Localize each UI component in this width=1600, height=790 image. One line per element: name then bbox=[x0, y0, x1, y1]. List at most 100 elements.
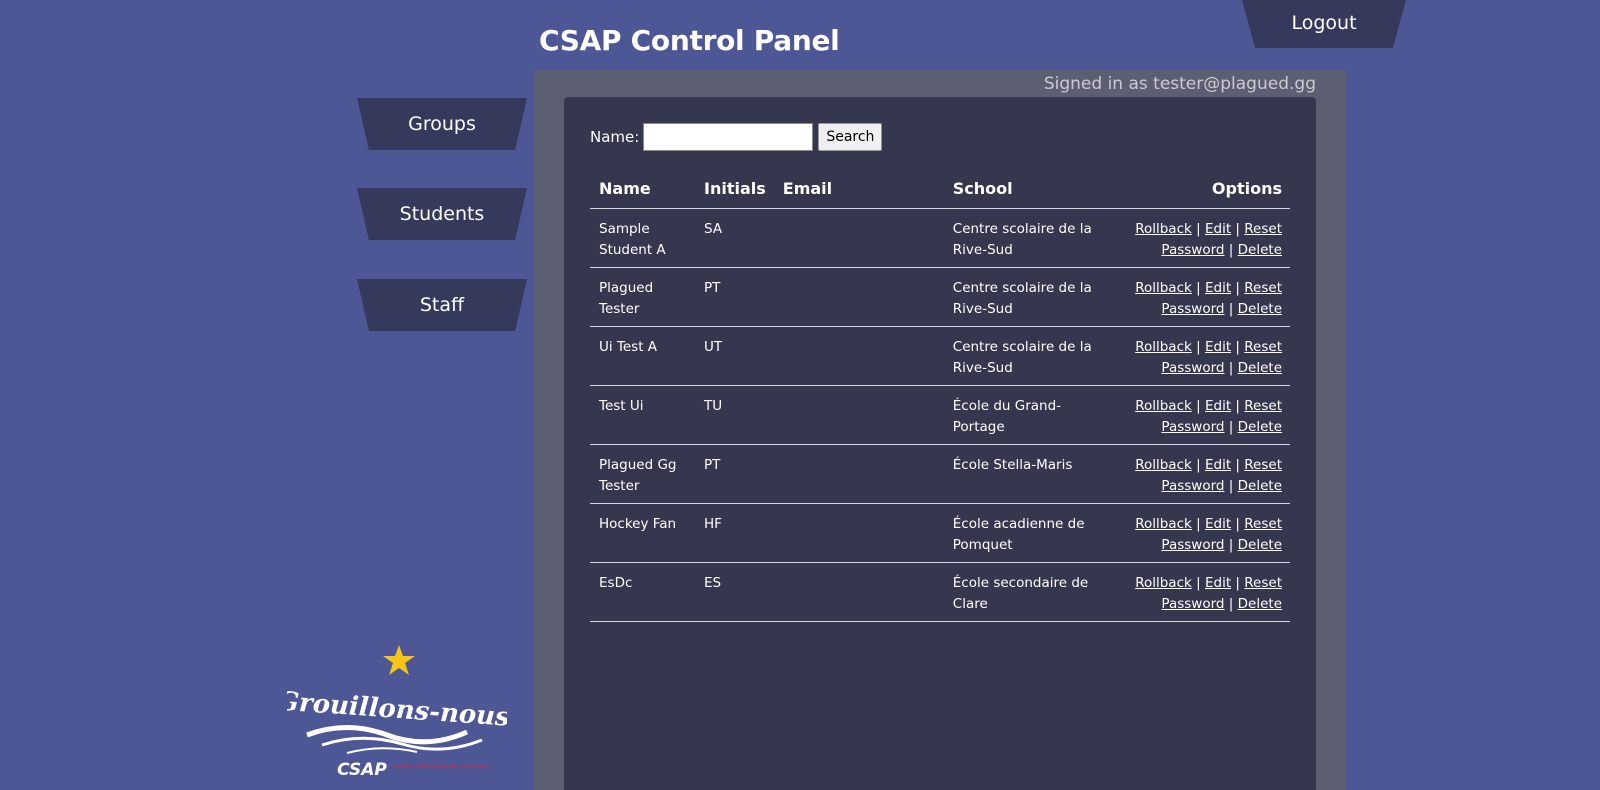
edit-link[interactable]: Edit bbox=[1205, 339, 1231, 355]
options-separator: | bbox=[1235, 575, 1240, 591]
edit-link[interactable]: Edit bbox=[1205, 221, 1231, 237]
cell-email bbox=[773, 267, 944, 327]
nav-tab-students[interactable]: Students bbox=[357, 188, 527, 240]
options-separator: | bbox=[1196, 221, 1201, 237]
delete-link[interactable]: Delete bbox=[1238, 596, 1282, 612]
content-panel: Signed in as tester@plagued.gg Name: Sea… bbox=[534, 70, 1346, 790]
logo-brand-subtext: Conseil scolaire acadien provincial bbox=[392, 764, 487, 770]
table-row: Plagued Tester PT Centre scolaire de la Ri… bbox=[590, 267, 1290, 327]
cell-initials: TU bbox=[695, 385, 774, 445]
table-row: Sample Student A SA Centre scolaire de la … bbox=[590, 208, 1290, 268]
cell-options: Rollback | Edit | Reset Password | Delet… bbox=[1100, 562, 1290, 622]
nav-tab-groups[interactable]: Groups bbox=[357, 98, 527, 150]
cell-email bbox=[773, 562, 944, 622]
options-separator: | bbox=[1196, 457, 1201, 473]
cell-options: Rollback | Edit | Reset Password | Delet… bbox=[1100, 267, 1290, 327]
header-email: Email bbox=[773, 174, 944, 209]
table-row: Hockey Fan HF École acadienne de Pomquet Ro… bbox=[590, 503, 1290, 563]
options-separator: | bbox=[1228, 595, 1234, 612]
options-separator: | bbox=[1228, 477, 1234, 494]
cell-options: Rollback | Edit | Reset Password | Delet… bbox=[1100, 503, 1290, 563]
options-separator: | bbox=[1228, 536, 1234, 553]
options-separator: | bbox=[1196, 280, 1201, 296]
cell-initials: HF bbox=[695, 503, 774, 563]
cell-initials: PT bbox=[695, 267, 774, 327]
delete-link[interactable]: Delete bbox=[1238, 301, 1282, 317]
edit-link[interactable]: Edit bbox=[1205, 280, 1231, 296]
search-button[interactable]: Search bbox=[818, 123, 883, 151]
cell-name: EsDc bbox=[590, 562, 695, 622]
table-row: Plagued Gg Tester PT École Stella-Maris Rol… bbox=[590, 444, 1290, 504]
options-separator: | bbox=[1228, 359, 1234, 376]
cell-options: Rollback | Edit | Reset Password | Delet… bbox=[1100, 208, 1290, 268]
table-row: EsDc ES École secondaire de Clare Rollback … bbox=[590, 562, 1290, 622]
star-icon bbox=[383, 645, 415, 675]
search-form: Name: Search bbox=[590, 123, 883, 151]
rollback-link[interactable]: Rollback bbox=[1135, 221, 1192, 237]
users-table: Name Initials Email School Options Sampl… bbox=[590, 174, 1290, 622]
cell-initials: SA bbox=[695, 208, 774, 268]
rollback-link[interactable]: Rollback bbox=[1135, 339, 1192, 355]
delete-link[interactable]: Delete bbox=[1238, 419, 1282, 435]
options-separator: | bbox=[1196, 339, 1201, 355]
options-separator: | bbox=[1235, 457, 1240, 473]
table-row: Test Ui TU École du Grand-Portage Rollback … bbox=[590, 385, 1290, 445]
header-school: School bbox=[943, 174, 1101, 209]
table-row: Ui Test A UT Centre scolaire de la Rive-Su… bbox=[590, 326, 1290, 386]
search-label: Name: bbox=[590, 128, 640, 146]
cell-name: Plagued Tester bbox=[590, 267, 695, 327]
cell-name: Test Ui bbox=[590, 385, 695, 445]
nav-tab-staff[interactable]: Staff bbox=[357, 279, 527, 331]
edit-link[interactable]: Edit bbox=[1205, 575, 1231, 591]
header-initials: Initials bbox=[695, 174, 774, 209]
edit-link[interactable]: Edit bbox=[1205, 516, 1231, 532]
cell-options: Rollback | Edit | Reset Password | Delet… bbox=[1100, 444, 1290, 504]
options-separator: | bbox=[1235, 516, 1240, 532]
signed-in-status: Signed in as tester@plagued.gg bbox=[1043, 74, 1316, 94]
cell-options: Rollback | Edit | Reset Password | Delet… bbox=[1100, 385, 1290, 445]
users-panel: Name: Search Name Initials Email School … bbox=[564, 97, 1316, 790]
cell-email bbox=[773, 208, 944, 268]
cell-email bbox=[773, 385, 944, 445]
options-separator: | bbox=[1235, 221, 1240, 237]
options-separator: | bbox=[1235, 339, 1240, 355]
options-separator: | bbox=[1235, 280, 1240, 296]
delete-link[interactable]: Delete bbox=[1238, 478, 1282, 494]
cell-email bbox=[773, 503, 944, 563]
rollback-link[interactable]: Rollback bbox=[1135, 398, 1192, 414]
options-separator: | bbox=[1196, 398, 1201, 414]
options-separator: | bbox=[1228, 418, 1234, 435]
cell-school: École acadienne de Pomquet bbox=[943, 503, 1101, 563]
header-name: Name bbox=[590, 174, 695, 209]
delete-link[interactable]: Delete bbox=[1238, 242, 1282, 258]
rollback-link[interactable]: Rollback bbox=[1135, 516, 1192, 532]
cell-name: Plagued Gg Tester bbox=[590, 444, 695, 504]
delete-link[interactable]: Delete bbox=[1238, 537, 1282, 553]
options-separator: | bbox=[1228, 300, 1234, 317]
rollback-link[interactable]: Rollback bbox=[1135, 280, 1192, 296]
logo-tagline: Grouillons-nous! bbox=[287, 687, 507, 734]
options-separator: | bbox=[1235, 398, 1240, 414]
grouillons-nous-logo: Grouillons-nous! CSAP Conseil scolaire a… bbox=[287, 645, 507, 780]
cell-name: Ui Test A bbox=[590, 326, 695, 386]
cell-school: Centre scolaire de la Rive-Sud bbox=[943, 326, 1101, 386]
options-separator: | bbox=[1228, 241, 1234, 258]
edit-link[interactable]: Edit bbox=[1205, 398, 1231, 414]
delete-link[interactable]: Delete bbox=[1238, 360, 1282, 376]
page: CSAP Control Panel Logout Groups Student… bbox=[0, 0, 1600, 790]
cell-email bbox=[773, 326, 944, 386]
header-options: Options bbox=[1100, 174, 1290, 209]
logo-brand: CSAP bbox=[337, 760, 387, 780]
rollback-link[interactable]: Rollback bbox=[1135, 457, 1192, 473]
cell-initials: UT bbox=[695, 326, 774, 386]
cell-name: Hockey Fan bbox=[590, 503, 695, 563]
rollback-link[interactable]: Rollback bbox=[1135, 575, 1192, 591]
edit-link[interactable]: Edit bbox=[1205, 457, 1231, 473]
cell-school: Centre scolaire de la Rive-Sud bbox=[943, 208, 1101, 268]
cell-school: École du Grand-Portage bbox=[943, 385, 1101, 445]
search-input[interactable] bbox=[643, 123, 814, 151]
cell-name: Sample Student A bbox=[590, 208, 695, 268]
options-separator: | bbox=[1196, 516, 1201, 532]
cell-initials: ES bbox=[695, 562, 774, 622]
logout-button[interactable]: Logout bbox=[1242, 0, 1406, 48]
